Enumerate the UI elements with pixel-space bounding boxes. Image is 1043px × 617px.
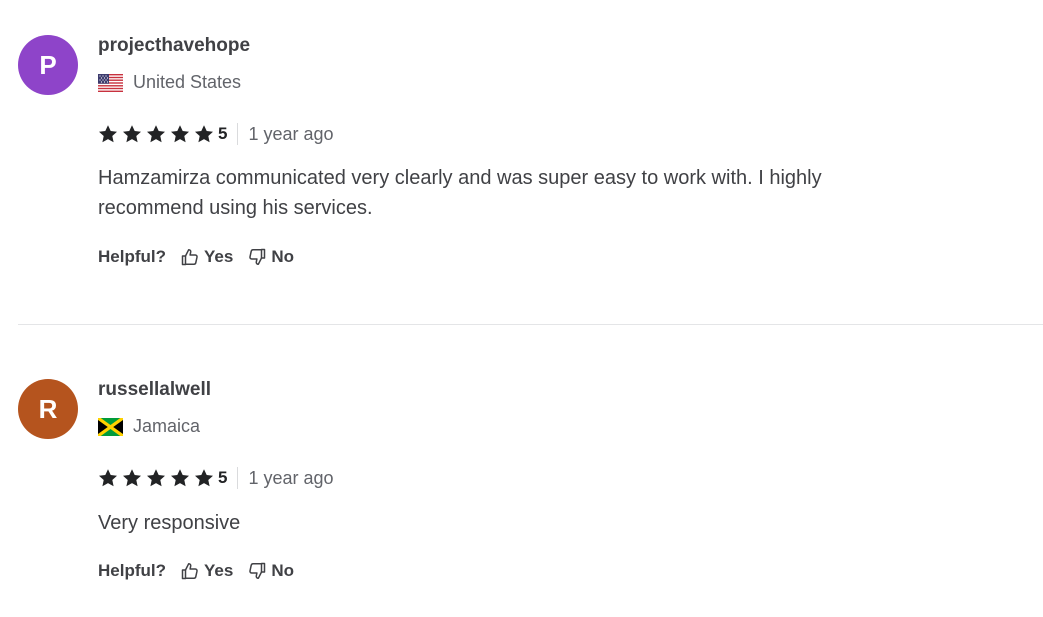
avatar[interactable]: P <box>18 35 78 95</box>
reviews-list: P projecthavehope United States 5 1 year… <box>0 0 1043 617</box>
reviewer-country: Jamaica <box>98 416 200 437</box>
star-icon <box>194 468 214 488</box>
reviewer-username[interactable]: russellalwell <box>98 379 211 401</box>
helpful-no-button[interactable]: No <box>247 247 294 267</box>
helpful-label: Helpful? <box>98 561 166 580</box>
review-text: Very responsive <box>98 512 241 534</box>
review-separator <box>18 324 1043 325</box>
avatar-letter: R <box>38 393 58 424</box>
star-icon <box>98 124 118 144</box>
star-rating <box>98 468 218 488</box>
star-icon <box>122 468 142 488</box>
helpful-no-button[interactable]: No <box>247 561 294 581</box>
helpful-label: Helpful? <box>98 247 166 266</box>
review-time: 1 year ago <box>248 123 334 144</box>
no-label: No <box>271 561 294 580</box>
country-name: United States <box>133 72 242 92</box>
reviewer-country: United States <box>98 72 241 93</box>
star-icon <box>194 124 214 144</box>
rating-divider <box>237 123 239 145</box>
star-icon <box>98 468 118 488</box>
star-rating <box>98 124 218 144</box>
helpful-row: Helpful? Yes No <box>98 561 308 581</box>
thumbs-up-icon <box>180 561 200 581</box>
star-icon <box>170 124 190 144</box>
star-icon <box>146 124 166 144</box>
star-icon <box>146 468 166 488</box>
no-label: No <box>271 247 294 266</box>
thumbs-down-icon <box>247 561 267 581</box>
jamaica-flag-icon <box>98 417 123 436</box>
review-time: 1 year ago <box>248 467 334 488</box>
rating-row: 5 1 year ago <box>98 122 334 146</box>
star-icon <box>170 468 190 488</box>
thumbs-up-icon <box>180 247 200 267</box>
yes-label: Yes <box>204 561 234 580</box>
rating-value: 5 <box>218 468 228 487</box>
rating-row: 5 1 year ago <box>98 466 334 490</box>
star-icon <box>122 124 142 144</box>
avatar-letter: P <box>39 49 57 80</box>
country-name: Jamaica <box>133 416 201 436</box>
us-flag-icon <box>98 73 123 92</box>
avatar[interactable]: R <box>18 379 78 439</box>
helpful-yes-button[interactable]: Yes <box>180 247 233 267</box>
reviewer-username[interactable]: projecthavehope <box>98 35 250 57</box>
review-text: Hamzamirza communicated very clearly and… <box>98 167 822 219</box>
yes-label: Yes <box>204 247 234 266</box>
helpful-yes-button[interactable]: Yes <box>180 561 233 581</box>
rating-divider <box>237 467 239 489</box>
helpful-row: Helpful? Yes No <box>98 247 308 267</box>
rating-value: 5 <box>218 124 228 143</box>
thumbs-down-icon <box>247 247 267 267</box>
